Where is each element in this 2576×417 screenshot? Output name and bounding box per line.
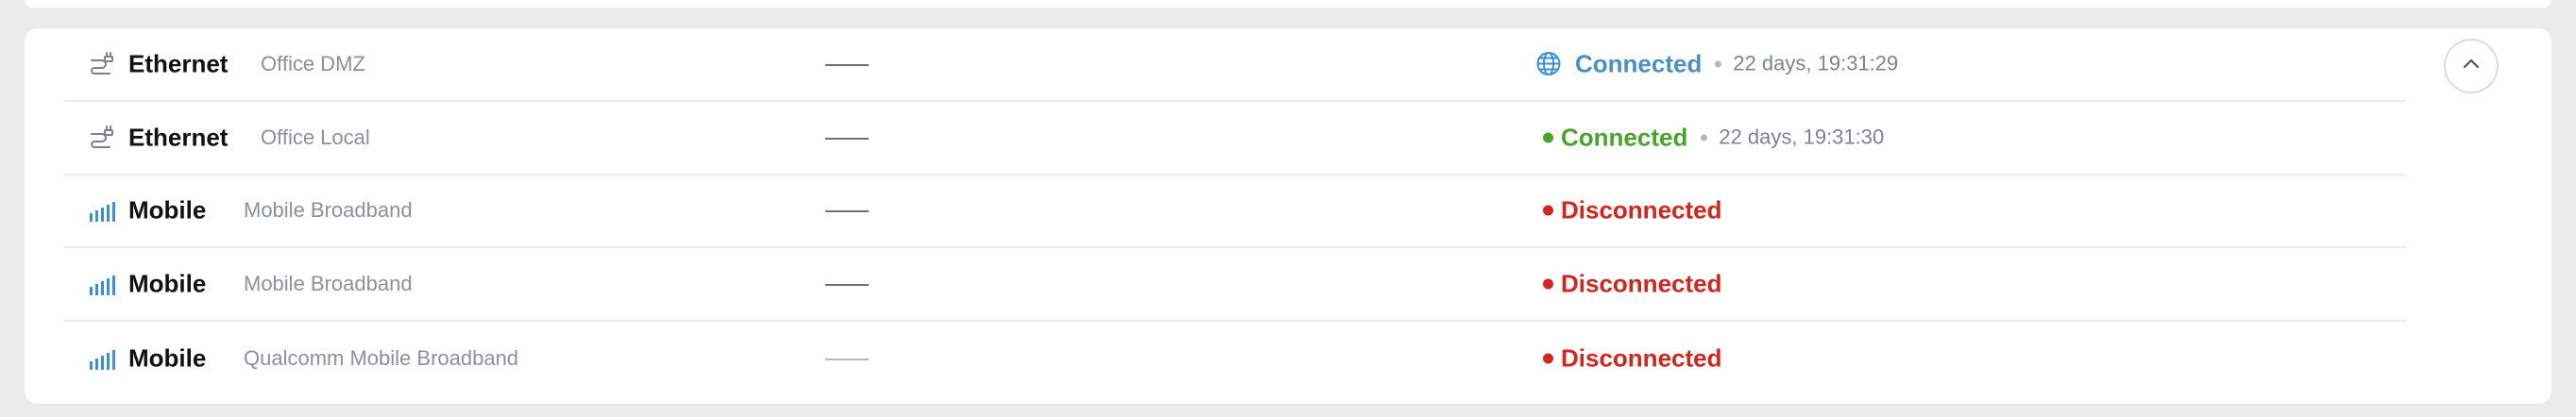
ethernet-cable-icon	[89, 51, 115, 77]
ethernet-cable-icon	[89, 125, 115, 151]
interface-name: Mobile Broadband	[244, 272, 413, 296]
status-text: Connected	[1561, 123, 1688, 152]
interface-status: Connected 22 days, 19:31:29	[1535, 49, 1898, 78]
interface-value-empty	[825, 63, 869, 66]
interface-type: Ethernet	[128, 49, 229, 78]
interface-name: Office Local	[261, 125, 370, 149]
interface-list: Ethernet Office DMZ Connected 22 days, 1…	[64, 28, 2406, 395]
interface-name: Qualcomm Mobile Broadband	[244, 346, 519, 371]
interface-row[interactable]: Mobile Mobile Broadband Disconnected	[64, 175, 2406, 249]
status-dot-icon	[1543, 278, 1553, 290]
interface-name: Office DMZ	[261, 51, 365, 75]
interface-type: Mobile	[128, 269, 207, 298]
interface-type: Mobile	[128, 343, 207, 373]
interface-status: Disconnected	[1535, 270, 1722, 299]
interface-value-empty	[825, 359, 869, 361]
interface-type: Mobile	[128, 195, 207, 225]
uptime: 22 days, 19:31:29	[1733, 51, 1899, 75]
interface-row[interactable]: Ethernet Office Local Connected 22 days,…	[64, 102, 2406, 175]
interface-status: Disconnected	[1535, 344, 1722, 374]
collapse-button[interactable]	[2444, 39, 2499, 93]
previous-card-edge	[25, 0, 2551, 8]
status-dot-icon	[1543, 353, 1553, 364]
status-dot-icon	[1543, 132, 1553, 143]
interface-status: Disconnected	[1535, 196, 1722, 225]
status-text: Disconnected	[1561, 269, 1722, 298]
interface-status: Connected 22 days, 19:31:30	[1535, 123, 1884, 152]
separator-dot	[1715, 60, 1722, 68]
interface-type: Ethernet	[128, 123, 229, 152]
status-text: Disconnected	[1561, 343, 1722, 373]
globe-icon	[1535, 51, 1562, 77]
signal-bars-icon	[89, 345, 115, 372]
chevron-up-icon	[2460, 53, 2483, 80]
interface-name: Mobile Broadband	[244, 198, 413, 223]
signal-bars-icon	[89, 197, 115, 224]
interface-value-empty	[825, 137, 869, 140]
interface-row[interactable]: Ethernet Office DMZ Connected 22 days, 1…	[64, 28, 2406, 102]
signal-bars-icon	[89, 271, 115, 297]
interfaces-card: Ethernet Office DMZ Connected 22 days, 1…	[25, 28, 2551, 404]
status-text: Disconnected	[1561, 195, 1722, 225]
uptime: 22 days, 19:31:30	[1719, 125, 1885, 149]
separator-dot	[1701, 134, 1708, 142]
status-text: Connected	[1575, 49, 1703, 78]
interface-value-empty	[825, 210, 869, 213]
interface-row[interactable]: Mobile Qualcomm Mobile Broadband Disconn…	[64, 322, 2406, 395]
status-dot-icon	[1543, 205, 1553, 216]
interface-value-empty	[825, 284, 869, 287]
interface-row[interactable]: Mobile Mobile Broadband Disconnected	[64, 248, 2406, 323]
